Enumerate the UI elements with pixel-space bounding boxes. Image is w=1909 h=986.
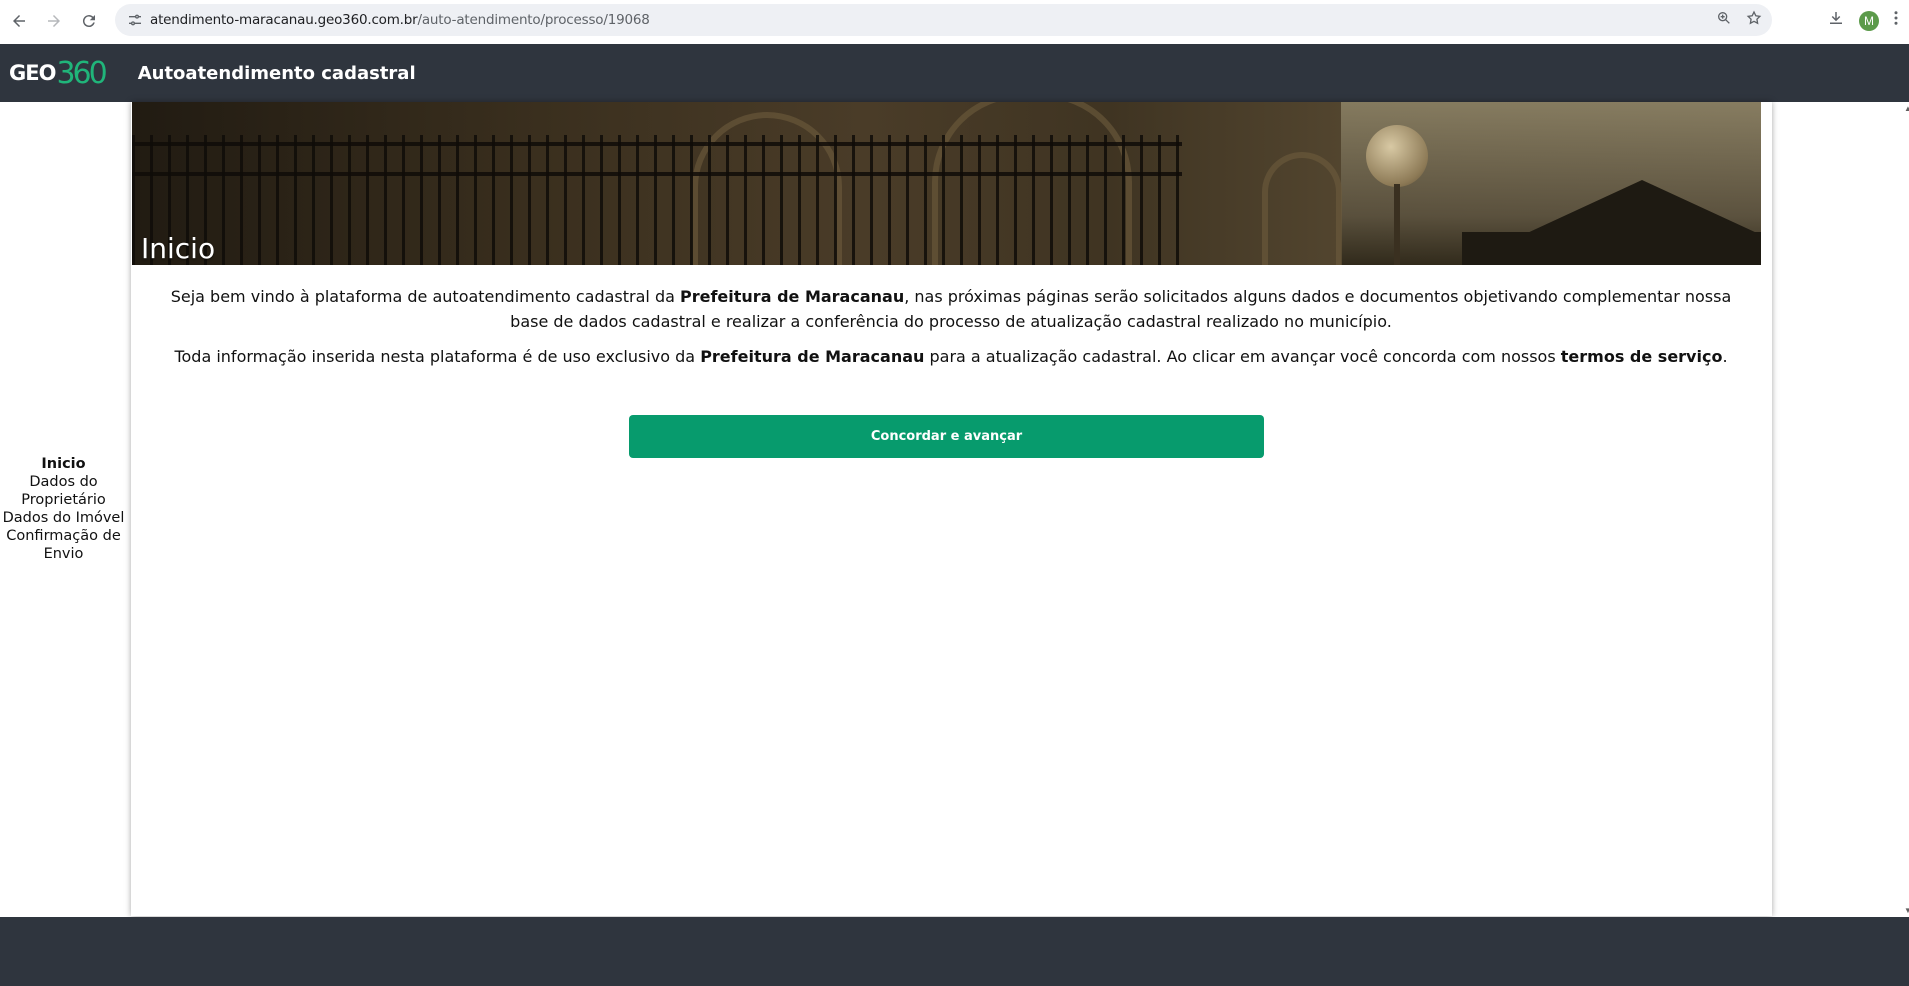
geo360-logo[interactable]: GEO 360 — [9, 55, 108, 91]
zoom-icon[interactable] — [1716, 10, 1732, 31]
forward-icon[interactable] — [37, 4, 71, 38]
url-text: atendimento-maracanau.geo360.com.br/auto… — [150, 12, 650, 28]
url-host: atendimento-maracanau.geo360.com.br — [150, 12, 418, 28]
prefeitura-name: Prefeitura de Maracanau — [680, 287, 905, 306]
address-bar[interactable]: atendimento-maracanau.geo360.com.br/auto… — [115, 4, 1772, 36]
logo-number: 360 — [56, 55, 107, 91]
logo-text: GEO — [9, 61, 56, 85]
url-path: /auto-atendimento/processo/19068 — [417, 12, 650, 28]
intro-text: Seja bem vindo à plataforma de autoatend… — [151, 284, 1751, 369]
back-icon[interactable] — [2, 4, 36, 38]
browser-actions: M — [1827, 0, 1909, 41]
download-icon[interactable] — [1827, 9, 1845, 32]
steps-nav: Inicio Dados do Proprietário Dados do Im… — [0, 455, 127, 563]
profile-avatar[interactable]: M — [1859, 10, 1879, 31]
banner-image: Inicio — [132, 102, 1761, 265]
step-confirmacao-envio[interactable]: Confirmação de Envio — [0, 527, 127, 563]
step-dados-proprietario[interactable]: Dados do Proprietário — [0, 473, 127, 509]
prefeitura-name: Prefeitura de Maracanau — [700, 347, 925, 366]
app-title: Autoatendimento cadastral — [137, 62, 416, 84]
scroll-up-arrow-icon[interactable]: ▲ — [1904, 104, 1909, 113]
step-inicio[interactable]: Inicio — [0, 455, 127, 473]
intro-paragraph-1: Seja bem vindo à plataforma de autoatend… — [170, 287, 1732, 331]
bookmark-star-icon[interactable] — [1746, 9, 1762, 31]
lamp-globe — [1366, 125, 1428, 187]
agree-and-continue-button[interactable]: Concordar e avançar — [629, 415, 1264, 458]
page-footer — [0, 917, 1909, 986]
more-menu-icon[interactable] — [1893, 9, 1899, 32]
banner-title: Inicio — [141, 232, 216, 265]
terms-of-service-link[interactable]: termos de serviço — [1561, 347, 1723, 366]
app-header: GEO 360 Autoatendimento cadastral — [0, 44, 1909, 102]
step-dados-imovel[interactable]: Dados do Imóvel — [0, 509, 127, 527]
intro-paragraph-2: Toda informação inserida nesta plataform… — [174, 347, 1728, 366]
reload-icon[interactable] — [72, 4, 106, 38]
scroll-down-arrow-icon[interactable]: ▼ — [1904, 906, 1909, 915]
main-card: Inicio Seja bem vindo à plataforma de au… — [131, 102, 1772, 916]
site-settings-icon[interactable] — [120, 12, 150, 28]
